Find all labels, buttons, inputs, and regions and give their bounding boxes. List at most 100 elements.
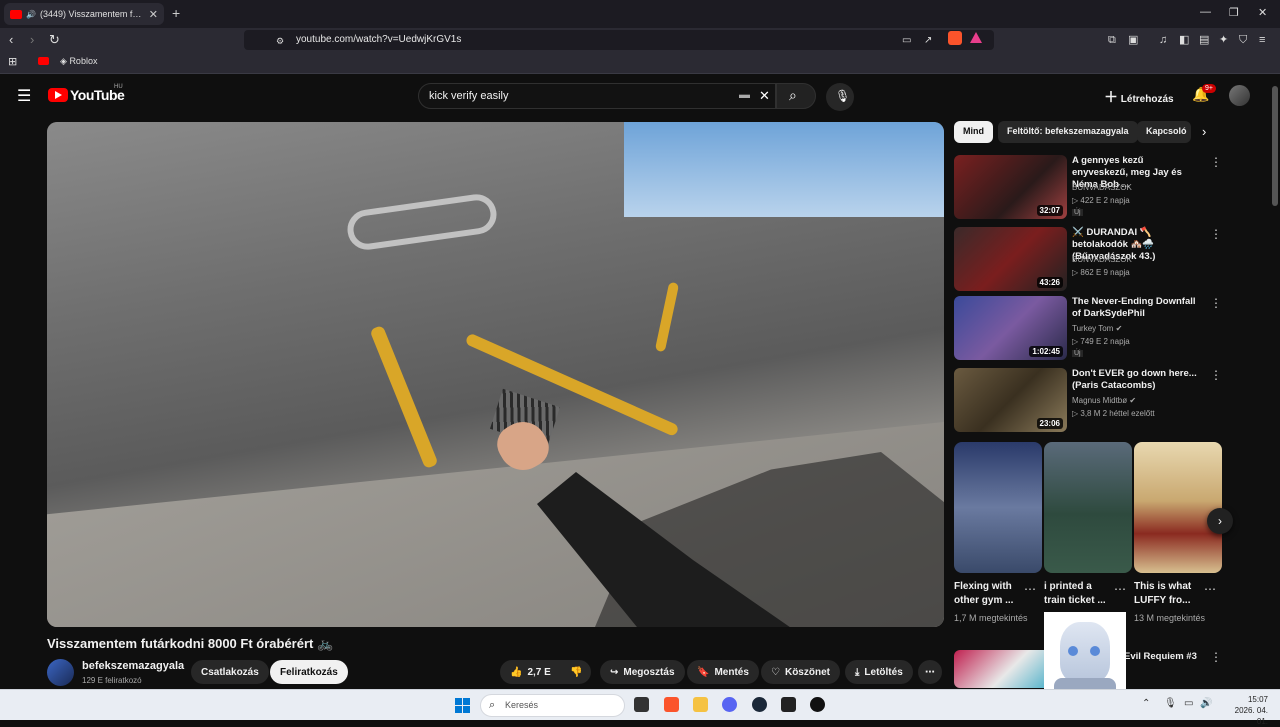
recommendation-channel[interactable]: Magnus Midtbø ✔ (1072, 396, 1136, 405)
more-options-icon[interactable]: ⋯ (1114, 582, 1126, 596)
recommendation-thumbnail[interactable]: 32:07 (954, 155, 1067, 219)
vpn-icon[interactable]: ⛉ (1239, 32, 1247, 48)
like-button[interactable]: 👍 2,7 E (500, 660, 563, 684)
audio-icon[interactable]: 🔊 (26, 10, 36, 19)
short-title[interactable]: Flexing with other gym ... (954, 580, 1024, 608)
more-options-icon[interactable]: ⋯ (1204, 582, 1216, 596)
voice-search-button[interactable]: 🎙 (826, 83, 854, 111)
more-options-icon[interactable]: ⋯ (1024, 582, 1036, 596)
shorts-next-button[interactable]: › (1207, 508, 1233, 534)
more-options-icon[interactable]: ⋮ (1210, 650, 1222, 664)
join-button[interactable]: Csatlakozás (191, 660, 269, 684)
scrollbar-thumb[interactable] (1272, 86, 1278, 206)
save-button[interactable]: 🔖 Mentés (687, 660, 759, 684)
channel-avatar[interactable] (47, 659, 74, 686)
youtube-logo-icon[interactable] (48, 88, 68, 102)
more-options-icon[interactable]: ⋮ (1210, 155, 1222, 169)
discord-icon[interactable] (722, 697, 737, 712)
recommendation-channel[interactable]: BŰNVADÁSZOK (1072, 255, 1132, 264)
create-button[interactable]: ＋ Létrehozás (1104, 87, 1174, 107)
chips-next-icon[interactable]: › (1202, 124, 1206, 139)
recommendation-item[interactable]: 43:26 ⚔️ DURANDAI 🪓 betolakodók 🏘️🌧️ (Bű… (954, 227, 1264, 291)
chatgpt-icon[interactable] (781, 697, 796, 712)
dislike-button[interactable]: 👎 (561, 660, 592, 684)
brave-browser-icon[interactable] (664, 697, 679, 712)
recommendation-title[interactable]: Evil Requiem #3 (1124, 651, 1197, 662)
bookmark-roblox[interactable]: ◈ Roblox (60, 56, 97, 67)
new-tab-button[interactable]: + (172, 5, 180, 21)
address-bar[interactable]: ⚙ youtube.com/watch?v=UedwjKrGV1s ▭ ↗ (244, 30, 994, 50)
short-thumbnail[interactable] (1134, 442, 1222, 573)
short-thumbnail[interactable] (954, 442, 1042, 573)
chip-related[interactable]: Kapcsoló (1137, 121, 1191, 143)
recommendation-title[interactable]: The Never-Ending Downfall of DarkSydePhi… (1072, 296, 1197, 320)
search-button[interactable]: ⌕ (776, 83, 816, 109)
share-icon[interactable]: ↗ (924, 33, 932, 49)
recommendation-thumbnail[interactable]: 1:02:45 (954, 296, 1067, 360)
chip-all[interactable]: Mind (954, 121, 993, 143)
steam-icon[interactable] (752, 697, 767, 712)
more-options-icon[interactable]: ⋮ (1210, 368, 1222, 382)
bookmark-youtube-icon[interactable] (38, 57, 49, 65)
chip-uploader[interactable]: Feltöltő: befekszemazagyala (998, 121, 1138, 143)
recommendation-channel[interactable]: BŰNVADÁSZOK (1072, 183, 1132, 192)
recommendation-item[interactable]: 32:07 A gennyes kezű enyveskezű, meg Jay… (954, 155, 1264, 219)
browser-tab[interactable]: 🔊 (3449) Visszamentem futárkodni 8000 Ft… (4, 3, 164, 25)
extensions-icon[interactable]: ⧉ (1108, 32, 1116, 48)
taskbar-search[interactable]: ⌕ Keresés (480, 694, 625, 717)
tray-expand-icon[interactable]: ⌃ (1142, 698, 1150, 709)
task-view-icon[interactable] (634, 697, 649, 712)
network-icon[interactable]: ▭ (1184, 698, 1193, 709)
channel-name[interactable]: befekszemazagyala (82, 660, 184, 672)
recommendation-thumbnail[interactable]: 23:06 (954, 368, 1067, 432)
short-thumbnail[interactable] (1044, 442, 1132, 573)
brave-rewards-icon[interactable] (970, 32, 982, 43)
more-options-icon[interactable]: ⋮ (1210, 296, 1222, 310)
cast-icon[interactable]: ▭ (902, 33, 911, 49)
recommendation-item[interactable]: 23:06 Don't EVER go down here... (Paris … (954, 368, 1264, 432)
recommendation-title[interactable]: Don't EVER go down here... (Paris Cataco… (1072, 368, 1197, 392)
music-icon[interactable]: ♫ (1159, 32, 1167, 48)
search-input[interactable]: kick verify easily ▬ ✕ (418, 83, 776, 109)
forward-icon[interactable]: › (30, 32, 34, 48)
volume-icon[interactable]: 🔊 (1200, 698, 1212, 709)
hamburger-menu-icon[interactable]: ☰ (17, 86, 31, 106)
ai-icon[interactable]: ✦ (1219, 32, 1228, 48)
thanks-button[interactable]: ♡ Köszönet (761, 660, 840, 684)
obs-icon[interactable] (810, 697, 825, 712)
minimize-button[interactable]: — (1200, 6, 1211, 18)
close-tab-icon[interactable]: ✕ (149, 8, 158, 21)
download-button[interactable]: ⤓ Letöltés (845, 660, 913, 684)
taskbar-search-placeholder: Keresés (505, 700, 539, 710)
reload-icon[interactable]: ↻ (49, 32, 60, 48)
windows-start-icon[interactable] (455, 698, 470, 713)
apps-grid-icon[interactable]: ⊞ (8, 55, 17, 68)
tray-mic-icon[interactable]: 🎙 (1164, 698, 1177, 709)
back-icon[interactable]: ‹ (9, 32, 13, 48)
recommendation-thumbnail[interactable]: 43:26 (954, 227, 1067, 291)
close-window-button[interactable]: ✕ (1258, 6, 1267, 19)
short-title[interactable]: This is what LUFFY fro... (1134, 580, 1204, 608)
maximize-button[interactable]: ❐ (1229, 6, 1239, 19)
thumbs-up-icon: 👍 (510, 666, 523, 678)
site-info-icon[interactable]: ⚙ (276, 33, 284, 49)
reader-icon[interactable]: ▣ (1128, 32, 1138, 48)
brave-shields-icon[interactable] (948, 31, 962, 45)
wallet-icon[interactable]: ▤ (1199, 32, 1209, 48)
video-player[interactable] (47, 122, 944, 627)
recommendation-channel[interactable]: Turkey Tom ✔ (1072, 324, 1122, 333)
keyboard-icon[interactable]: ▬ (739, 89, 750, 101)
sidebar-icon[interactable]: ◧ (1179, 32, 1189, 48)
clear-search-icon[interactable]: ✕ (759, 88, 770, 104)
menu-icon[interactable]: ≡ (1259, 32, 1265, 48)
recommendation-item[interactable]: 1:02:45 The Never-Ending Downfall of Dar… (954, 296, 1264, 360)
share-button[interactable]: ↪ Megosztás (600, 660, 685, 684)
subscribe-button[interactable]: Feliratkozás (270, 660, 348, 684)
more-actions-button[interactable]: ⋯ (918, 660, 942, 684)
thumbs-down-icon: 👎 (570, 666, 583, 678)
short-title[interactable]: i printed a train ticket ... (1044, 580, 1114, 608)
file-explorer-icon[interactable] (693, 697, 708, 712)
taskbar-clock[interactable]: 15:07 2026. 04. 01. (1222, 694, 1268, 727)
more-options-icon[interactable]: ⋮ (1210, 227, 1222, 241)
account-avatar[interactable] (1229, 85, 1250, 106)
